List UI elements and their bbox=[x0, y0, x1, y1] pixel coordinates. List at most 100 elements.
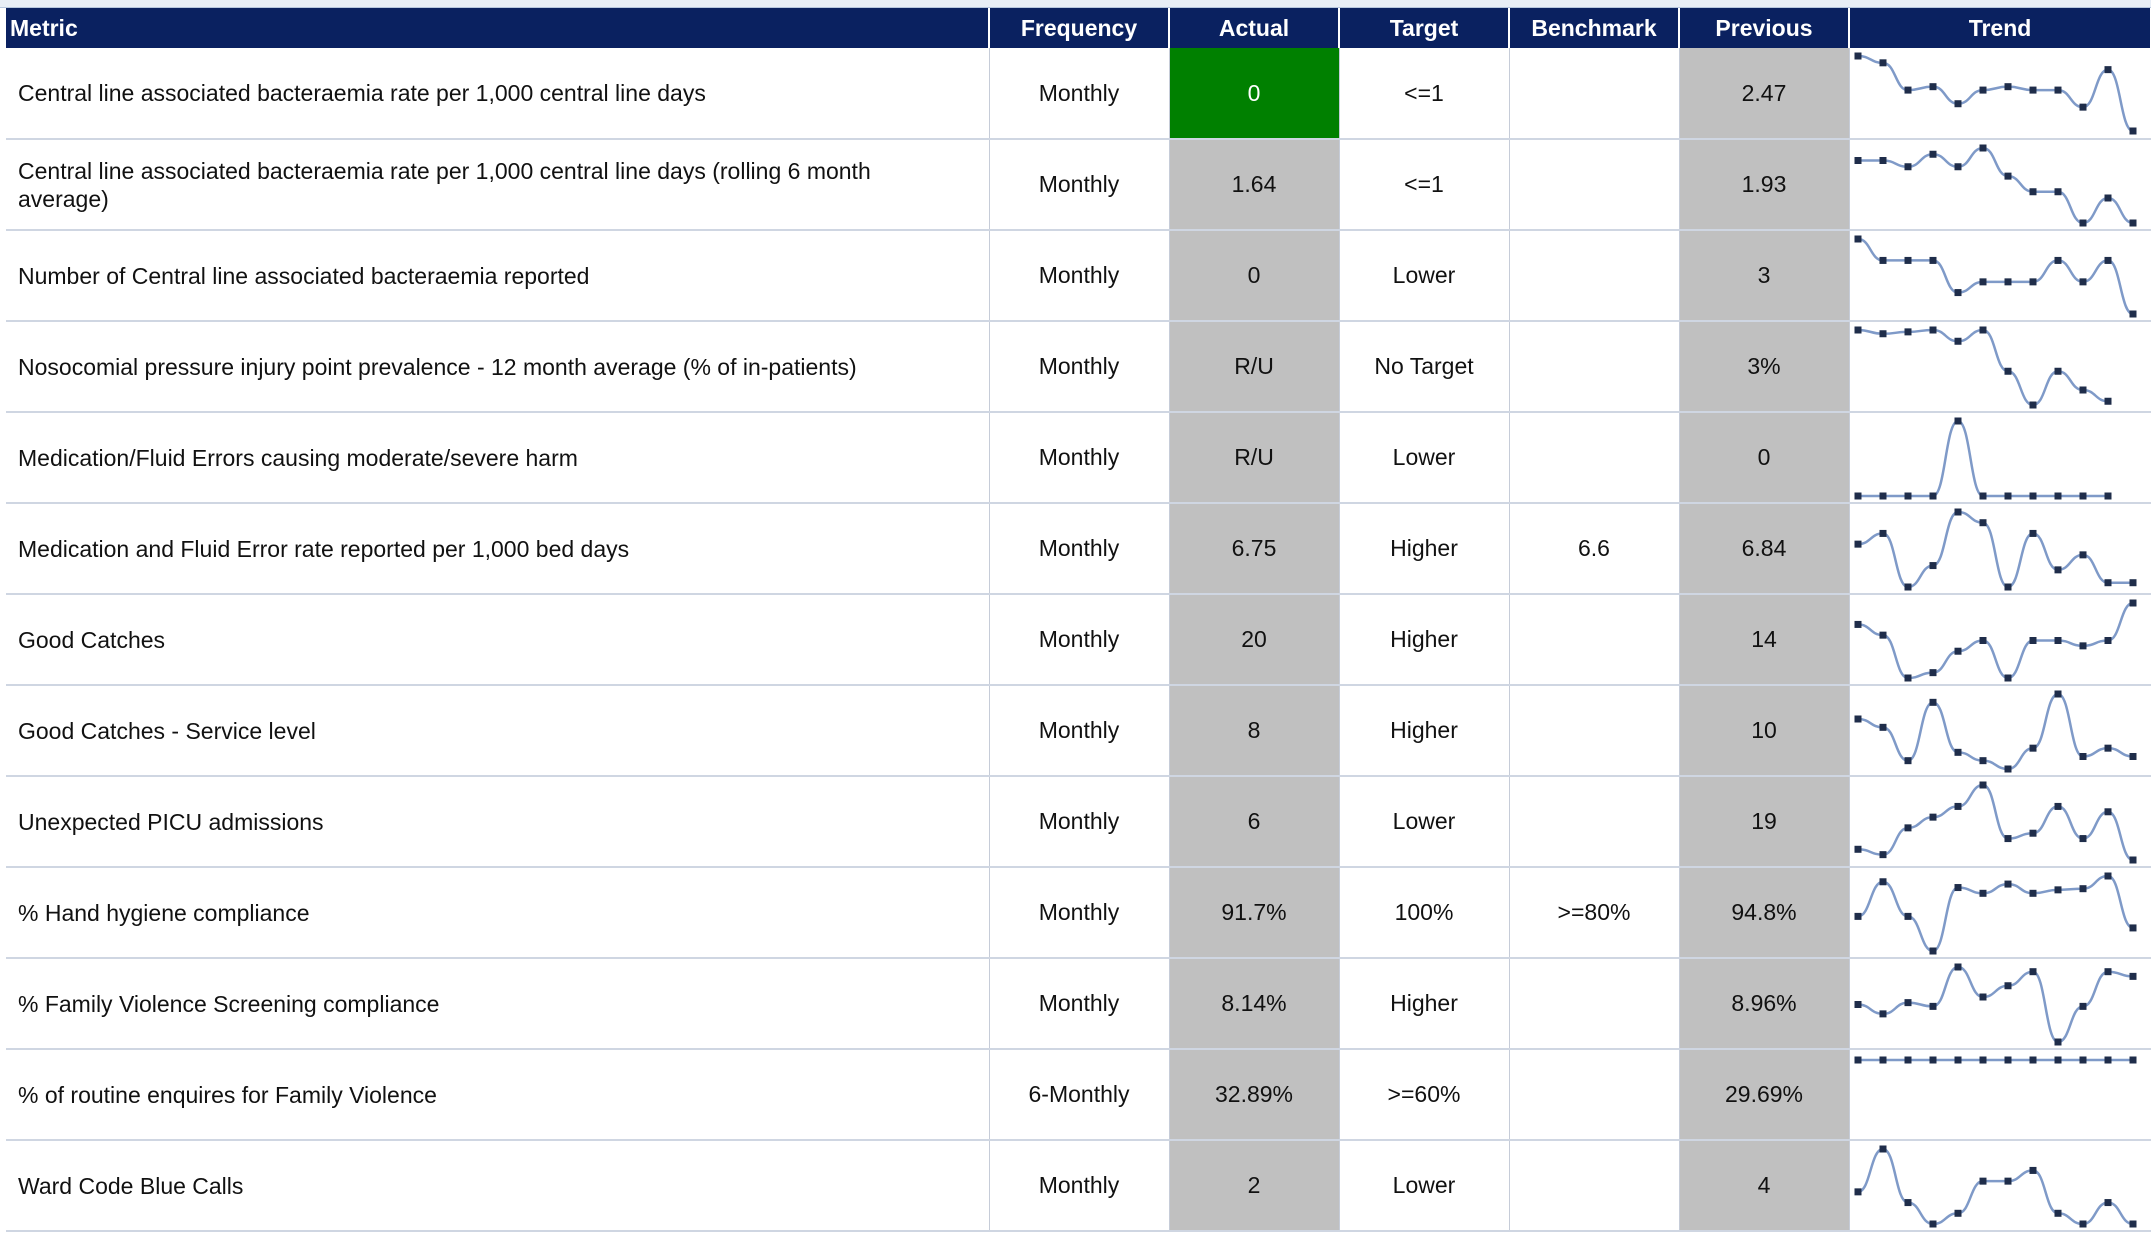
table-row[interactable]: % Family Violence Screening compliance Mo… bbox=[6, 958, 2151, 1050]
table-row[interactable]: Medication/Fluid Errors causing moderate… bbox=[6, 412, 2151, 504]
col-header-benchmark[interactable]: Benchmark bbox=[1509, 8, 1680, 48]
trend-point bbox=[2129, 753, 2136, 760]
trend-cell bbox=[1849, 685, 2151, 777]
trend-point bbox=[2104, 968, 2111, 976]
trend-point bbox=[1929, 1056, 1936, 1064]
trend-point bbox=[1979, 492, 1986, 500]
trend-point bbox=[2054, 1209, 2061, 1217]
trend-point bbox=[2104, 808, 2111, 816]
trend-point bbox=[2029, 188, 2036, 196]
frequency-cell: 6-Monthly bbox=[989, 1049, 1170, 1141]
actual-cell: 32.89% bbox=[1169, 1049, 1340, 1141]
trend-point bbox=[2004, 880, 2011, 888]
trend-point bbox=[1879, 157, 1886, 164]
trend-line bbox=[1857, 601, 2133, 680]
trend-point bbox=[2129, 599, 2136, 607]
table-row[interactable]: Number of Central line associated bacter… bbox=[6, 230, 2151, 322]
trend-line bbox=[1857, 328, 2108, 407]
target-cell: Higher bbox=[1339, 685, 1510, 777]
trend-point bbox=[2079, 492, 2086, 500]
table-row[interactable]: Medication and Fluid Error rate reported… bbox=[6, 503, 2151, 595]
trend-sparkline bbox=[1854, 235, 2136, 318]
trend-point bbox=[2079, 551, 2086, 559]
trend-point bbox=[1879, 1010, 1886, 1018]
col-header-metric[interactable]: Metric bbox=[6, 8, 990, 48]
trend-point bbox=[2029, 744, 2036, 752]
trend-point bbox=[1954, 1056, 1961, 1064]
trend-point bbox=[1904, 674, 1911, 682]
previous-cell: 94.8% bbox=[1679, 867, 1850, 959]
trend-point bbox=[1854, 715, 1861, 723]
col-header-previous[interactable]: Previous bbox=[1679, 8, 1850, 48]
table-row[interactable]: % Hand hygiene compliance Monthly 91.7% 100… bbox=[6, 867, 2151, 959]
col-header-actual[interactable]: Actual bbox=[1169, 8, 1340, 48]
trend-point bbox=[1929, 669, 1936, 677]
previous-cell: 0 bbox=[1679, 412, 1850, 504]
table-row[interactable]: Central line associated bacteraemia rate… bbox=[6, 48, 2151, 140]
benchmark-cell bbox=[1509, 958, 1680, 1050]
frequency-cell: Monthly bbox=[989, 412, 1170, 504]
col-header-trend[interactable]: Trend bbox=[1849, 8, 2151, 48]
frequency-cell: Monthly bbox=[989, 594, 1170, 686]
trend-point bbox=[2079, 835, 2086, 843]
table-row[interactable]: Central line associated bacteraemia rate… bbox=[6, 139, 2151, 231]
actual-cell: 6.75 bbox=[1169, 503, 1340, 595]
benchmark-cell bbox=[1509, 321, 1680, 413]
metric-cell: Medication and Fluid Error rate reported… bbox=[6, 503, 990, 595]
frequency-cell: Monthly bbox=[989, 321, 1170, 413]
trend-line bbox=[1857, 874, 2134, 953]
trend-sparkline bbox=[1854, 326, 2111, 409]
table-row[interactable]: Good Catches - Service level Monthly 8 High… bbox=[6, 685, 2151, 777]
table-row[interactable]: % of routine enquires for Family Violenc… bbox=[6, 1049, 2151, 1141]
top-border bbox=[0, 0, 2151, 8]
target-cell: Higher bbox=[1339, 958, 1510, 1050]
trend-cell bbox=[1849, 1140, 2151, 1232]
metric-cell: Medication/Fluid Errors causing moderate… bbox=[6, 412, 990, 504]
trend-point bbox=[1904, 256, 1911, 264]
col-header-frequency[interactable]: Frequency bbox=[989, 8, 1170, 48]
actual-cell: 1.64 bbox=[1169, 139, 1340, 231]
table-row[interactable]: Ward Code Blue Calls Monthly 2 Lower 4 bbox=[6, 1140, 2151, 1232]
trend-point bbox=[1904, 163, 1911, 171]
trend-point bbox=[2104, 256, 2111, 264]
trend-point bbox=[2129, 1220, 2136, 1228]
trend-point bbox=[2079, 103, 2086, 111]
col-header-target[interactable]: Target bbox=[1339, 8, 1510, 48]
trend-point bbox=[1879, 59, 1886, 67]
benchmark-cell: >=80% bbox=[1509, 867, 1680, 959]
trend-point bbox=[2029, 401, 2036, 409]
trend-point bbox=[2054, 367, 2061, 375]
trend-point bbox=[2054, 886, 2061, 894]
metric-cell: Ward Code Blue Calls bbox=[6, 1140, 990, 1232]
trend-point bbox=[1979, 781, 1986, 789]
previous-cell: 4 bbox=[1679, 1140, 1850, 1232]
frequency-cell: Monthly bbox=[989, 867, 1170, 959]
previous-cell: 29.69% bbox=[1679, 1049, 1850, 1141]
trend-point bbox=[1929, 83, 1936, 91]
trend-cell bbox=[1849, 594, 2151, 686]
benchmark-cell bbox=[1509, 48, 1680, 140]
trend-point bbox=[2004, 367, 2011, 375]
trend-point bbox=[1954, 337, 1961, 345]
trend-point bbox=[1854, 235, 1861, 243]
table-row[interactable]: Unexpected PICU admissions Monthly 6 Lower 1… bbox=[6, 776, 2151, 868]
table-row[interactable]: Good Catches Monthly 20 Higher 14 bbox=[6, 594, 2151, 686]
table-row[interactable]: Nosocomial pressure injury point prevale… bbox=[6, 321, 2151, 413]
trend-point bbox=[1929, 1002, 1936, 1010]
trend-point bbox=[1854, 620, 1861, 628]
trend-point bbox=[1904, 824, 1911, 832]
previous-cell: 8.96% bbox=[1679, 958, 1850, 1050]
previous-cell: 6.84 bbox=[1679, 503, 1850, 595]
trend-point bbox=[1879, 723, 1886, 731]
trend-sparkline bbox=[1854, 144, 2136, 227]
trend-cell bbox=[1849, 48, 2151, 140]
trend-point bbox=[1929, 813, 1936, 821]
trend-point bbox=[1879, 256, 1886, 264]
trend-point bbox=[1879, 529, 1886, 537]
trend-point bbox=[2004, 278, 2011, 286]
trend-point bbox=[2104, 579, 2111, 587]
trend-sparkline bbox=[1854, 508, 2136, 591]
actual-cell: 0 bbox=[1169, 48, 1340, 140]
trend-point bbox=[1954, 802, 1961, 810]
trend-point bbox=[1904, 492, 1911, 500]
